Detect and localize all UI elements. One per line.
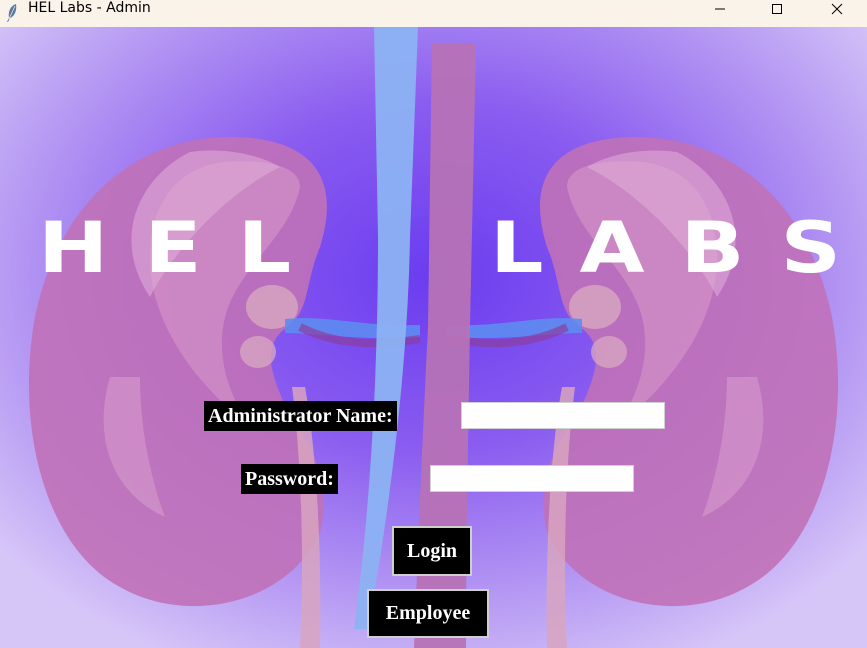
password-label: Password:: [241, 464, 338, 494]
app-window: HEL Labs - Admin HEL LABS Administrator …: [0, 0, 867, 648]
employee-button[interactable]: Employee: [367, 589, 489, 638]
admin-name-input[interactable]: [461, 402, 665, 429]
title-bar[interactable]: HEL Labs - Admin: [0, 0, 867, 28]
feather-icon: [7, 4, 17, 22]
login-screen: HEL LABS Administrator Name: Password: L…: [0, 27, 867, 648]
close-button[interactable]: [814, 0, 860, 17]
minimize-button[interactable]: [697, 0, 743, 17]
login-button[interactable]: Login: [392, 526, 472, 576]
logo-text-right: LABS: [490, 207, 867, 289]
minimize-icon: [715, 8, 725, 9]
close-icon: [831, 3, 843, 14]
window-title: HEL Labs - Admin: [28, 0, 151, 16]
maximize-icon: [772, 3, 782, 14]
password-input[interactable]: [430, 465, 634, 492]
logo-text-left: HEL: [38, 207, 328, 289]
admin-name-label: Administrator Name:: [204, 401, 397, 431]
maximize-button[interactable]: [754, 0, 800, 17]
